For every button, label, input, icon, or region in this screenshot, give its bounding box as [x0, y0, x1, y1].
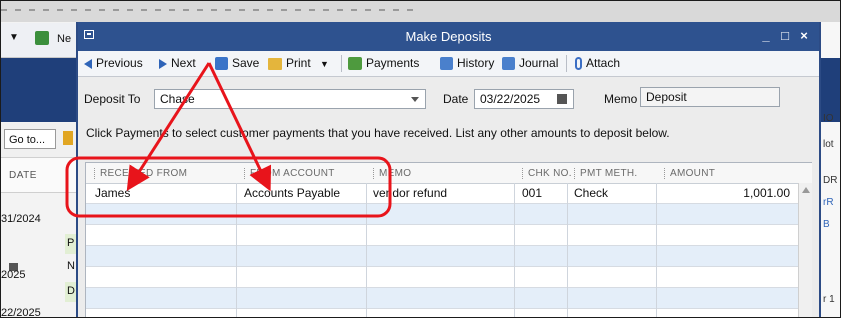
- amount-cell[interactable]: 1,001.00: [664, 186, 790, 200]
- from-account-cell[interactable]: Accounts Payable: [244, 186, 340, 200]
- deposit-grid: RECEIVED FROM FROM ACCOUNT MEMO CHK NO. …: [85, 162, 812, 317]
- deposit-to-select[interactable]: Chase: [154, 89, 426, 109]
- background-row[interactable]: 2025: [1, 253, 67, 281]
- memo-cell[interactable]: vendor refund: [373, 186, 447, 200]
- folder-icon[interactable]: [63, 131, 73, 145]
- save-button[interactable]: Save: [215, 51, 259, 76]
- background-toolbar: ▼ Ne: [1, 23, 79, 58]
- chevron-down-icon: [411, 97, 419, 102]
- make-deposits-window: Make Deposits _ □ × Previous Next Save P…: [76, 22, 821, 317]
- minimize-button[interactable]: _: [758, 27, 774, 45]
- received-from-header[interactable]: RECEIVED FROM: [93, 168, 187, 179]
- table-row[interactable]: [86, 267, 798, 288]
- background-title-strip: [1, 1, 840, 23]
- toolbar-separator: [341, 55, 342, 72]
- column-divider: [514, 183, 515, 317]
- grid-header: RECEIVED FROM FROM ACCOUNT MEMO CHK NO. …: [86, 163, 812, 184]
- deposit-header: Deposit To Chase Date 03/22/2025 Memo De…: [78, 77, 819, 109]
- date-field[interactable]: 03/22/2025: [474, 89, 574, 109]
- dropdown-arrow-icon[interactable]: ▼: [9, 32, 19, 43]
- chk-no-header[interactable]: CHK NO.: [522, 168, 572, 179]
- memo-field[interactable]: Deposit: [640, 87, 780, 107]
- screenshot-frame: ▼ Ne Go to... DATE 31/2024 P 2025 N D 22…: [0, 0, 841, 318]
- background-right-strip: IO lot DR rR B r 1: [821, 22, 840, 317]
- column-divider: [236, 183, 237, 317]
- new-icon[interactable]: [35, 31, 49, 45]
- previous-button[interactable]: Previous: [84, 51, 143, 76]
- payments-icon: [348, 57, 362, 71]
- table-row[interactable]: [86, 309, 798, 317]
- column-divider: [366, 183, 367, 317]
- vertical-scrollbar[interactable]: [798, 183, 812, 317]
- print-icon: [268, 57, 282, 70]
- pmt-meth-header[interactable]: PMT METH.: [574, 168, 638, 179]
- column-divider: [567, 183, 568, 317]
- toolbar-separator: [566, 55, 567, 72]
- journal-icon: [502, 57, 515, 71]
- background-row[interactable]: 31/2024: [1, 205, 67, 233]
- previous-arrow-icon: [84, 58, 92, 69]
- deposit-to-label: Deposit To: [84, 92, 141, 106]
- column-divider: [656, 183, 657, 317]
- print-dropdown-icon[interactable]: ▼: [320, 59, 329, 69]
- window-title: Make Deposits: [405, 29, 492, 44]
- background-row[interactable]: 22/2025: [1, 299, 67, 317]
- goto-button[interactable]: Go to...: [4, 129, 56, 149]
- memo-label: Memo: [604, 92, 638, 106]
- save-icon: [215, 57, 228, 71]
- table-row[interactable]: James Accounts Payable vendor refund 001…: [86, 183, 798, 204]
- close-button[interactable]: ×: [796, 27, 812, 45]
- amount-header[interactable]: AMOUNT: [663, 168, 715, 179]
- maximize-button[interactable]: □: [777, 27, 793, 45]
- memo-header[interactable]: MEMO: [372, 168, 411, 179]
- scroll-up-icon[interactable]: [802, 187, 810, 193]
- payments-button[interactable]: Payments: [348, 51, 419, 76]
- new-button-label[interactable]: Ne: [57, 33, 71, 45]
- background-blue-header: [1, 58, 79, 122]
- journal-button[interactable]: Journal: [502, 51, 558, 76]
- table-row[interactable]: [86, 204, 798, 225]
- next-button[interactable]: Next: [159, 51, 196, 76]
- next-arrow-icon: [159, 58, 167, 69]
- table-row[interactable]: [86, 288, 798, 309]
- print-button[interactable]: Print ▼: [268, 51, 329, 76]
- table-row[interactable]: [86, 246, 798, 267]
- date-label: Date: [443, 92, 469, 106]
- from-account-header[interactable]: FROM ACCOUNT: [244, 168, 335, 179]
- history-button[interactable]: History: [440, 51, 494, 76]
- instruction-text: Click Payments to select customer paymen…: [86, 126, 670, 140]
- background-column-header: DATE: [1, 158, 79, 193]
- calendar-icon[interactable]: [557, 94, 567, 104]
- table-row[interactable]: [86, 225, 798, 246]
- background-goto-bar: Go to...: [1, 123, 79, 158]
- toolbar: Previous Next Save Print ▼ Payments Hist…: [78, 51, 819, 77]
- chk-no-cell[interactable]: 001: [522, 186, 542, 200]
- history-icon: [440, 57, 453, 71]
- paperclip-icon: [575, 57, 582, 71]
- received-from-cell[interactable]: James: [95, 186, 130, 200]
- pmt-meth-cell[interactable]: Check: [574, 186, 608, 200]
- title-bar[interactable]: Make Deposits _ □ ×: [78, 22, 819, 51]
- attach-button[interactable]: Attach: [575, 51, 620, 76]
- date-column-header: DATE: [9, 170, 37, 181]
